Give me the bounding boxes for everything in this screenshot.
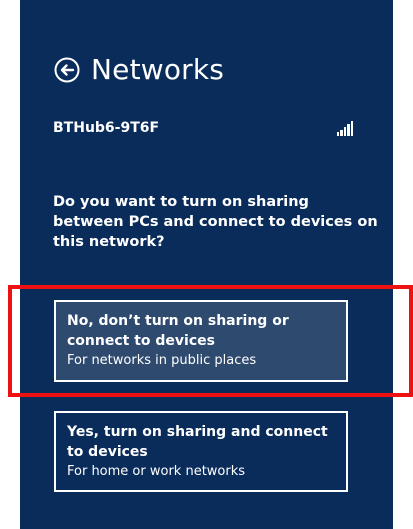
network-name: BTHub6-9T6F [53,120,160,136]
option-title: Yes, turn on sharing and connect to devi… [67,424,328,460]
back-arrow-circle-icon[interactable] [54,57,80,83]
no-sharing-option-button[interactable]: No, don’t turn on sharing or connect to … [54,300,348,382]
yes-sharing-option-button[interactable]: Yes, turn on sharing and connect to devi… [54,411,348,492]
wifi-signal-icon [337,120,353,136]
sharing-question: Do you want to turn on sharing between P… [53,194,378,250]
network-row: BTHub6-9T6F [53,116,353,140]
network-settings-panel: Networks BTHub6-9T6F Do you want to turn… [20,0,393,529]
option-title: No, don’t turn on sharing or connect to … [67,313,289,349]
option-subtitle: For networks in public places [67,353,257,368]
panel-header: Networks [54,50,224,90]
page-title: Networks [91,53,225,86]
option-subtitle: For home or work networks [67,464,246,479]
